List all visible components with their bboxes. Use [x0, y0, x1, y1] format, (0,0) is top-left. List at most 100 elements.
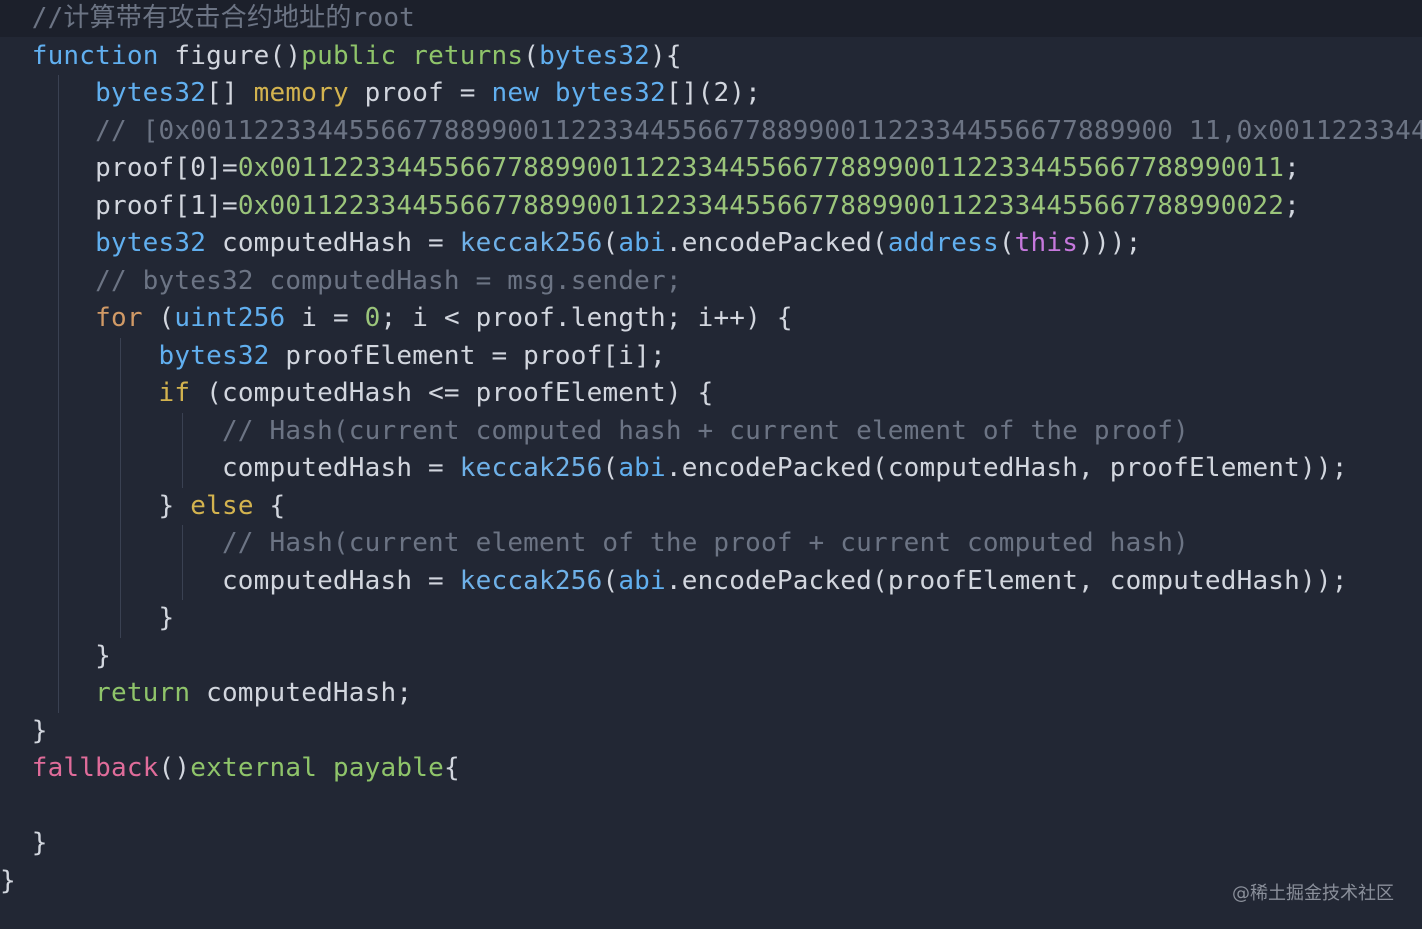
- code-line[interactable]: } else {: [0, 488, 286, 526]
- code-token: fallback: [31, 753, 159, 783]
- code-token: }: [31, 828, 48, 858]
- code-token: (): [158, 753, 191, 783]
- code-token: 0: [364, 303, 381, 333]
- code-token: ){: [650, 40, 682, 71]
- code-token: ;: [1284, 153, 1300, 183]
- code-token: (computedHash <= proofElement) {: [190, 378, 714, 408]
- code-token: address: [887, 228, 999, 258]
- code-line[interactable]: }: [0, 713, 48, 751]
- code-line[interactable]: computedHash = keccak256(abi.encodePacke…: [0, 450, 1348, 488]
- code-line[interactable]: for (uint256 i = 0; i < proof.length; i+…: [0, 300, 793, 338]
- code-token: [](2);: [665, 78, 762, 108]
- code-token: }: [95, 640, 111, 671]
- code-token: )));: [1078, 228, 1142, 258]
- code-line[interactable]: }: [0, 863, 16, 901]
- code-token: []: [206, 78, 254, 108]
- code-line[interactable]: }: [0, 825, 48, 863]
- code-token: (: [602, 565, 619, 596]
- code-token: proofElement = proof[i];: [269, 340, 666, 371]
- code-token: uint256: [174, 303, 286, 333]
- code-token: this: [1014, 228, 1079, 258]
- code-line[interactable]: proof[0]=0x00112233445566778899001122334…: [0, 150, 1300, 188]
- code-token: keccak256: [459, 565, 603, 596]
- code-token: }: [158, 490, 191, 521]
- code-token: proof =: [348, 78, 492, 108]
- code-token: payable: [332, 753, 444, 783]
- code-token: // bytes32 computedHash = msg.sender;: [95, 265, 682, 296]
- code-token: //计算带有攻击合约地址的root: [31, 3, 416, 33]
- code-token: keccak256: [459, 453, 603, 483]
- code-token: memory: [253, 78, 349, 108]
- code-token: .encodePacked(computedHash, proofElement…: [665, 453, 1348, 483]
- code-token: bytes32: [95, 228, 207, 258]
- code-token: {: [443, 753, 460, 783]
- code-line[interactable]: computedHash = keccak256(abi.encodePacke…: [0, 563, 1348, 601]
- code-editor[interactable]: //计算带有攻击合约地址的root function figure()publi…: [0, 0, 1422, 929]
- code-token: 0x00112233445566778899001122334455667788…: [237, 190, 1285, 221]
- code-token: }: [0, 865, 16, 896]
- code-token: proof[0]=: [95, 153, 238, 183]
- code-token: bytes32: [554, 78, 666, 108]
- code-token: abi: [618, 228, 666, 258]
- code-line[interactable]: //计算带有攻击合约地址的root: [0, 0, 415, 38]
- code-line[interactable]: // Hash(current computed hash + current …: [0, 413, 1189, 451]
- code-token: computedHash;: [190, 678, 413, 708]
- code-line[interactable]: bytes32[] memory proof = new bytes32[](2…: [0, 75, 761, 113]
- code-line[interactable]: bytes32 computedHash = keccak256(abi.enc…: [0, 225, 1142, 263]
- code-token: abi: [618, 565, 666, 596]
- code-token: external: [190, 753, 318, 783]
- code-token: computedHash =: [206, 228, 460, 258]
- code-line[interactable]: }: [0, 638, 111, 676]
- code-token: // Hash(current element of the proof + c…: [221, 528, 1190, 558]
- code-token: else: [190, 490, 254, 521]
- code-token: (: [142, 303, 175, 333]
- code-line[interactable]: fallback()external payable{: [0, 750, 460, 788]
- code-token: public: [301, 40, 397, 71]
- code-token: figure(): [158, 40, 302, 71]
- code-token: (: [602, 228, 619, 258]
- code-token: bytes32: [539, 40, 651, 71]
- code-line[interactable]: return computedHash;: [0, 675, 412, 713]
- code-line[interactable]: // Hash(current element of the proof + c…: [0, 525, 1189, 563]
- code-line[interactable]: bytes32 proofElement = proof[i];: [0, 338, 666, 376]
- code-line[interactable]: proof[1]=0x00112233445566778899001122334…: [0, 188, 1300, 226]
- code-line[interactable]: // [0x0011223344556677889900112233445566…: [0, 113, 1422, 151]
- code-line[interactable]: function figure()public returns(bytes32)…: [0, 38, 682, 76]
- code-token: .encodePacked(proofElement, computedHash…: [665, 565, 1348, 596]
- code-token: function: [31, 40, 159, 71]
- code-token: }: [158, 603, 175, 633]
- code-token: (: [998, 228, 1015, 258]
- code-token: abi: [618, 453, 666, 483]
- watermark: @稀土掘金技术社区: [1232, 883, 1394, 904]
- code-line[interactable]: }: [0, 600, 175, 638]
- code-token: (: [523, 40, 540, 71]
- code-token: 0x00112233445566778899001122334455667788…: [237, 153, 1285, 183]
- code-token: bytes32: [158, 340, 270, 371]
- code-line[interactable]: if (computedHash <= proofElement) {: [0, 375, 714, 413]
- code-token: i =: [285, 303, 365, 333]
- code-token: computedHash =: [221, 453, 460, 483]
- code-token: (: [602, 453, 619, 483]
- code-token: bytes32: [95, 78, 207, 108]
- code-line[interactable]: // bytes32 computedHash = msg.sender;: [0, 263, 682, 301]
- code-token: for: [95, 303, 143, 333]
- code-token: returns: [412, 40, 524, 71]
